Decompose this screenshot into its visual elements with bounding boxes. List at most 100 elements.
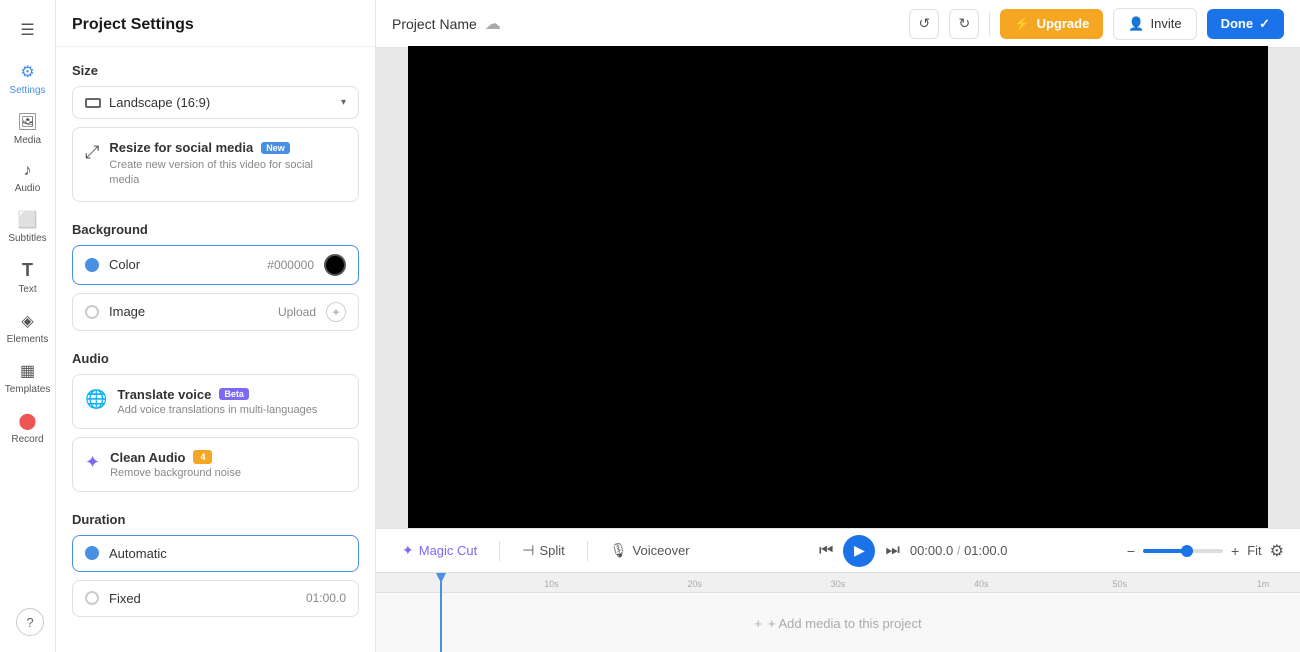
sidebar-item-text-label: Text — [18, 284, 36, 295]
upload-button[interactable]: Upload — [278, 305, 316, 319]
undo-button[interactable]: ↺ — [909, 9, 939, 39]
sidebar-item-elements[interactable]: ◈ Elements — [4, 305, 52, 351]
timeline-settings-button[interactable]: ⚙ — [1270, 541, 1284, 561]
zoom-fit-label[interactable]: Fit — [1247, 543, 1261, 558]
fixed-duration-value: 01:00.0 — [306, 591, 346, 605]
resize-card-description: Create new version of this video for soc… — [109, 158, 346, 189]
voiceover-icon: 🎙 — [610, 542, 628, 559]
help-icon: ? — [26, 615, 33, 630]
total-time-value: 01:00.0 — [964, 543, 1007, 558]
background-options: Color #000000 Image Upload + — [72, 245, 359, 331]
sidebar-item-audio[interactable]: ♪ Audio — [4, 156, 52, 200]
plus-button[interactable]: + — [326, 302, 346, 322]
translate-voice-card[interactable]: 🌐 Translate voice Beta Add voice transla… — [72, 374, 359, 429]
resize-icon: ⤢ — [85, 142, 99, 163]
translate-card-text: Translate voice Beta Add voice translati… — [117, 387, 346, 416]
duration-section-title: Duration — [72, 512, 359, 527]
automatic-label: Automatic — [109, 546, 167, 561]
ruler-tick-50s: 50s — [1113, 579, 1128, 589]
sidebar-item-record[interactable]: ⬤ Record — [4, 405, 52, 451]
image-radio — [85, 305, 99, 319]
invite-icon: 👤 — [1128, 16, 1144, 32]
video-preview — [376, 48, 1300, 528]
magic-cut-label: Magic Cut — [419, 543, 478, 558]
landscape-icon — [85, 98, 101, 108]
play-button[interactable]: ▶ — [843, 535, 875, 567]
main-area: Project Name ☁ ↺ ↻ ⚡ Upgrade 👤 Invite Do… — [376, 0, 1300, 652]
done-label: Done — [1221, 16, 1254, 31]
playback-controls: ⏮ ▶ ⏭ 00:00.0 / 01:00.0 — [819, 535, 1007, 567]
magic-cut-icon: ✦ — [402, 542, 414, 559]
color-label: Color — [109, 257, 140, 272]
elements-icon: ◈ — [21, 311, 33, 331]
duration-automatic-option[interactable]: Automatic — [72, 535, 359, 572]
tool-separator-2 — [587, 541, 588, 561]
record-icon: ⬤ — [19, 411, 37, 431]
size-section: Size Landscape (16:9) ▾ ⤢ Resize for soc… — [72, 63, 359, 202]
skip-forward-button[interactable]: ⏭ — [885, 542, 899, 560]
toolbar-separator — [989, 12, 990, 36]
color-swatch[interactable] — [324, 254, 346, 276]
settings-icon: ⚙ — [20, 62, 34, 82]
beta-badge: Beta — [219, 388, 249, 400]
sidebar-item-templates[interactable]: ▦ Templates — [4, 355, 52, 401]
background-color-option[interactable]: Color #000000 — [72, 245, 359, 285]
duration-fixed-option[interactable]: Fixed 01:00.0 — [72, 580, 359, 617]
sidebar-item-subtitles-label: Subtitles — [8, 233, 46, 244]
translate-card-desc: Add voice translations in multi-language… — [117, 404, 346, 416]
timeline-ruler: 10s 20s 30s 40s 50s 1m — [376, 573, 1300, 593]
split-icon: ⊣ — [522, 542, 534, 559]
audio-section: Audio 🌐 Translate voice Beta Add voice t… — [72, 351, 359, 492]
magic-cut-button[interactable]: ✦ Magic Cut — [392, 537, 487, 564]
resize-card-title: Resize for social media New — [109, 140, 346, 155]
zoom-in-button[interactable]: + — [1231, 543, 1239, 559]
sidebar-item-subtitles[interactable]: ⬜ Subtitles — [4, 204, 52, 250]
done-button[interactable]: Done ✓ — [1207, 9, 1284, 39]
translate-card-title: Translate voice Beta — [117, 387, 346, 402]
clean-audio-card[interactable]: ✦ Clean Audio 4 Remove background noise — [72, 437, 359, 492]
sidebar-item-media[interactable]: 🖼 Media — [4, 106, 52, 152]
skip-back-button[interactable]: ⏮ — [819, 542, 833, 560]
templates-icon: ▦ — [20, 361, 35, 381]
sidebar-item-settings[interactable]: ⚙ Settings — [4, 56, 52, 102]
voiceover-button[interactable]: 🎙 Voiceover — [600, 537, 700, 564]
redo-button[interactable]: ↻ — [949, 9, 979, 39]
background-section-title: Background — [72, 222, 359, 237]
sidebar-item-media-label: Media — [14, 135, 41, 146]
zoom-slider-thumb — [1181, 545, 1193, 557]
subtitles-icon: ⬜ — [18, 210, 38, 230]
sidebar-item-text[interactable]: T Text — [4, 254, 52, 301]
invite-button[interactable]: 👤 Invite — [1113, 8, 1196, 40]
resize-social-card[interactable]: ⤢ Resize for social media New Create new… — [72, 127, 359, 202]
ruler-tick-10s: 10s — [544, 579, 559, 589]
split-label: Split — [539, 543, 564, 558]
zoom-out-button[interactable]: − — [1127, 543, 1135, 559]
zoom-slider[interactable] — [1143, 549, 1223, 553]
left-navigation: ☰ ⚙ Settings 🖼 Media ♪ Audio ⬜ Subtitles… — [0, 0, 56, 652]
sidebar-item-settings-label: Settings — [9, 85, 45, 96]
timeline-content[interactable]: + + Add media to this project — [376, 593, 1300, 652]
help-button[interactable]: ? — [16, 608, 44, 636]
dropdown-label: Landscape (16:9) — [109, 95, 210, 110]
duration-section: Duration Automatic Fixed 01:00.0 — [72, 512, 359, 617]
split-button[interactable]: ⊣ Split — [512, 537, 575, 564]
size-dropdown[interactable]: Landscape (16:9) ▾ — [72, 86, 359, 119]
clean-audio-desc: Remove background noise — [110, 467, 346, 479]
color-radio — [85, 258, 99, 272]
media-icon: 🖼 — [17, 112, 37, 132]
current-time-value: 00:00.0 — [910, 543, 953, 558]
upgrade-button[interactable]: ⚡ Upgrade — [1000, 9, 1103, 39]
project-name: Project Name — [392, 16, 477, 32]
ruler-tick-40s: 40s — [974, 579, 989, 589]
sidebar-item-templates-label: Templates — [5, 384, 51, 395]
ruler-tick-1m: 1m — [1257, 579, 1270, 589]
background-section: Background Color #000000 Image Upload + — [72, 222, 359, 331]
fixed-radio — [85, 591, 99, 605]
duration-options: Automatic Fixed 01:00.0 — [72, 535, 359, 617]
clean-audio-card-text: Clean Audio 4 Remove background noise — [110, 450, 346, 479]
add-media-icon: + — [754, 616, 762, 631]
ruler-tick-20s: 20s — [688, 579, 703, 589]
clean-audio-icon: ✦ — [85, 452, 100, 473]
hamburger-button[interactable]: ☰ — [12, 12, 42, 48]
background-image-option[interactable]: Image Upload + — [72, 293, 359, 331]
